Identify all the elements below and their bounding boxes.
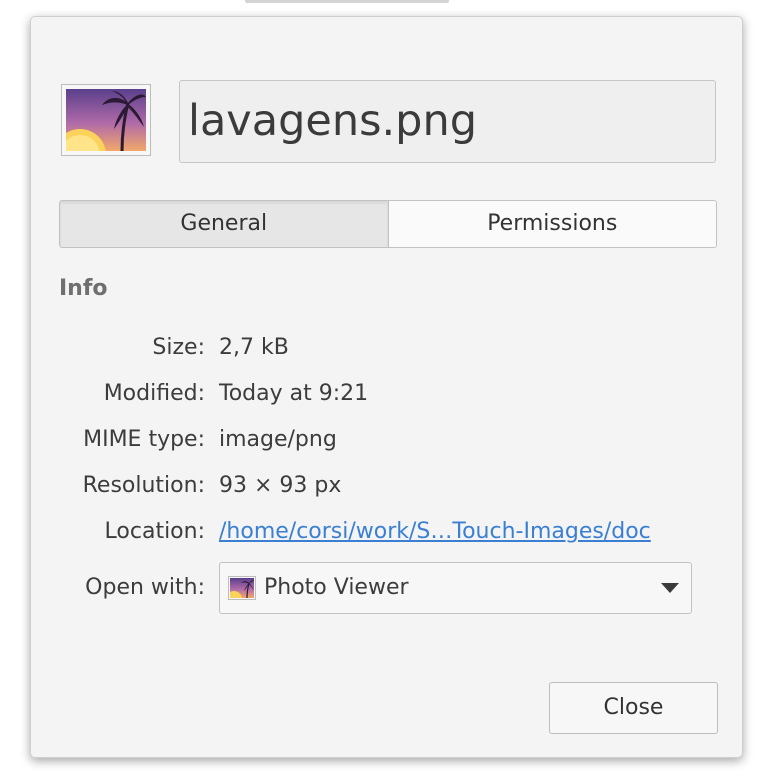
close-button[interactable]: Close xyxy=(549,682,718,734)
window-top-handle xyxy=(245,0,449,3)
chevron-down-icon xyxy=(661,583,679,593)
tab-general[interactable]: General xyxy=(60,201,389,247)
open-with-label: Open with: xyxy=(85,575,205,600)
open-with-selected-app: Photo Viewer xyxy=(264,575,409,600)
modified-label: Modified: xyxy=(103,381,205,406)
tab-bar: General Permissions xyxy=(59,200,717,248)
tab-permissions[interactable]: Permissions xyxy=(388,201,716,247)
info-section-title: Info xyxy=(59,276,108,301)
mime-type-value: image/png xyxy=(219,427,337,452)
photo-viewer-icon xyxy=(228,576,256,600)
open-with-dropdown[interactable]: Photo Viewer xyxy=(219,562,692,614)
size-value: 2,7 kB xyxy=(219,335,289,360)
file-properties-dialog: lavagens.png General Permissions Info Si… xyxy=(30,16,743,758)
image-file-icon xyxy=(61,84,151,156)
resolution-label: Resolution: xyxy=(82,473,205,498)
size-label: Size: xyxy=(152,335,205,360)
modified-value: Today at 9:21 xyxy=(219,381,369,406)
resolution-value: 93 × 93 px xyxy=(219,473,342,498)
location-link[interactable]: /home/corsi/work/S…Touch-Images/doc xyxy=(219,519,651,544)
mime-type-label: MIME type: xyxy=(83,427,205,452)
location-label: Location: xyxy=(104,519,205,544)
filename-field[interactable]: lavagens.png xyxy=(179,80,716,163)
